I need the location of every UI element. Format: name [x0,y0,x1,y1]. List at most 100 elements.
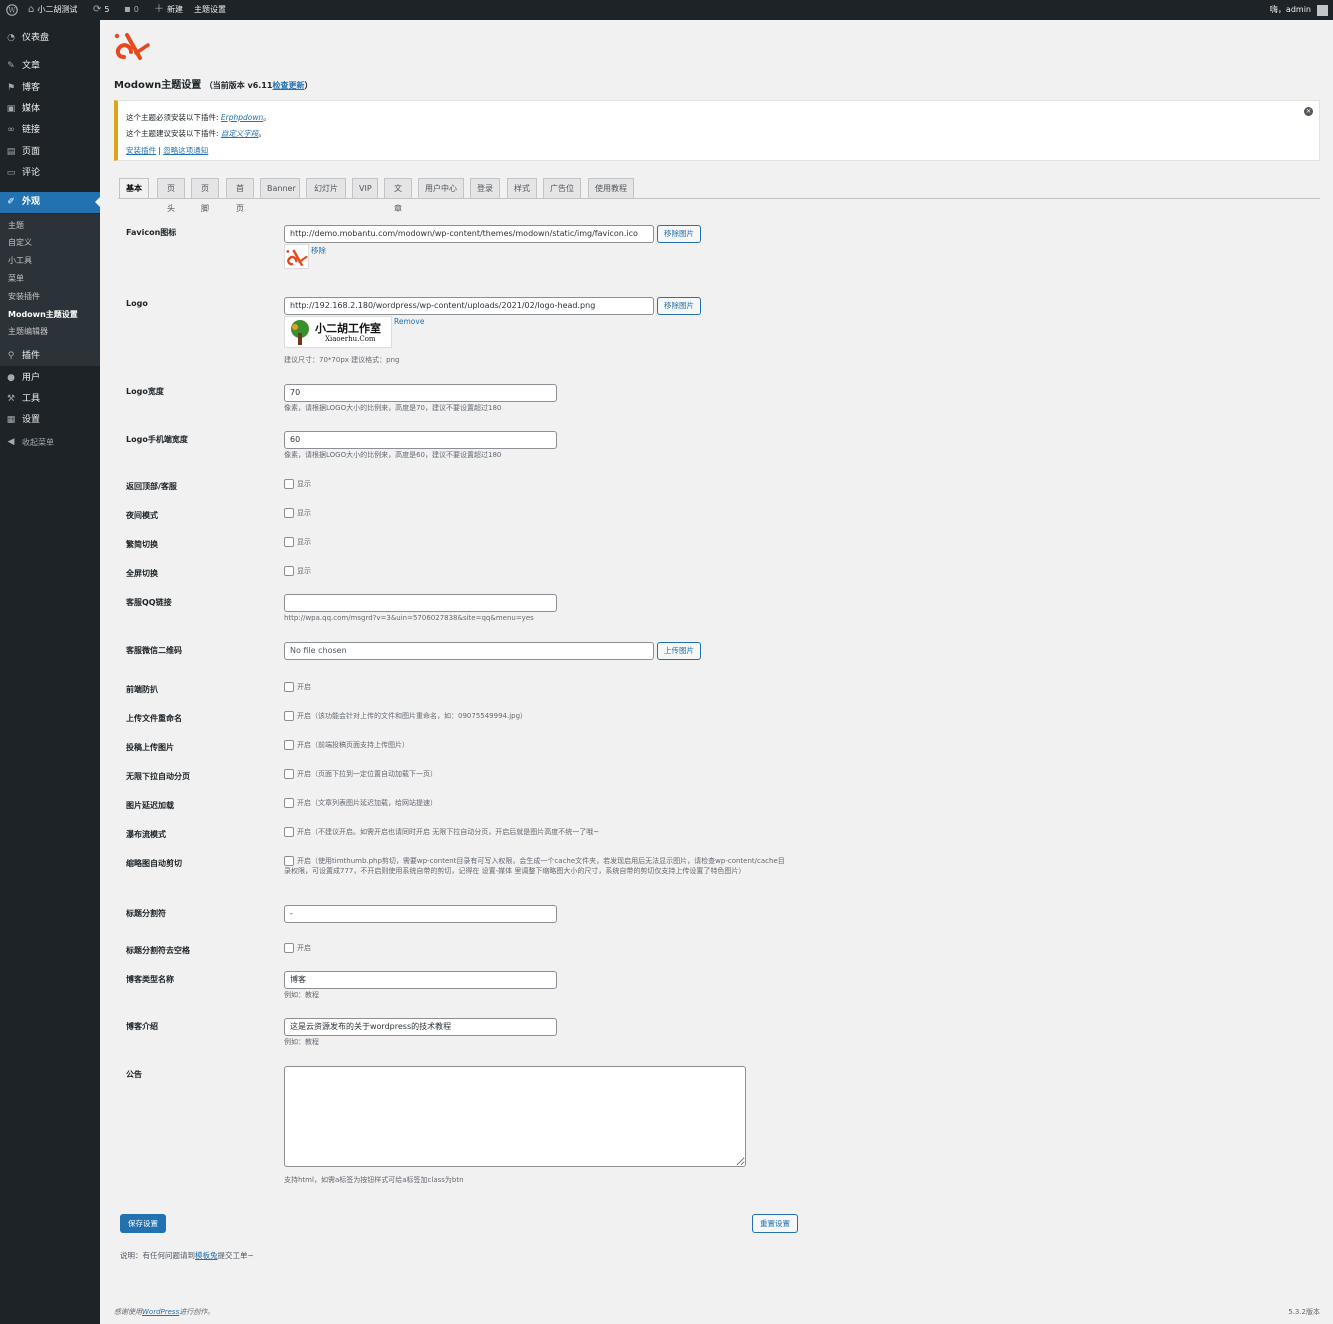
tabs-divider [118,198,1320,199]
footer-credit: 感谢使用WordPress进行创作。 [114,1308,215,1316]
custom-fields-link[interactable]: 自定义字段 [221,129,259,138]
blog-intro-label: 博客介绍 [126,1022,158,1031]
infinite-scroll-checkbox[interactable]: 开启（页面下拉到一定位置自动加载下一页） [284,769,437,779]
post-upload-img-checkbox[interactable]: 开启（前端投稿页面支持上传图片） [284,740,409,750]
favicon-url-input[interactable]: http://demo.mobantu.com/modown/wp-conten… [284,225,654,243]
updates-link[interactable]: ⟳ 5 [93,0,109,20]
pin-icon: ✎ [7,61,15,71]
logo-width-input[interactable]: 70 [284,384,557,402]
rename-upload-checkbox[interactable]: 开启（该功能会针对上传的文件和图片重命名，如：09075549994.jpg） [284,711,527,721]
tab-0[interactable]: 基本 [119,178,149,199]
tab-10[interactable]: 样式 [507,178,537,198]
menu-media[interactable]: ▣ 媒体 [0,99,100,120]
menu-blog[interactable]: ⚑ 博客 [0,78,100,99]
fullscreen-checkbox[interactable]: 显示 [284,566,311,576]
menu-posts[interactable]: ✎ 文章 [0,56,100,77]
upload-image-button[interactable]: 上传图片 [657,642,701,660]
submenu-themes[interactable]: 主题 [8,218,24,234]
submenu-customize[interactable]: 自定义 [8,235,32,251]
logo-mobile-width-input[interactable]: 60 [284,431,557,449]
menu-dashboard[interactable]: ◔ 仪表盘 [0,28,100,49]
menu-links[interactable]: ∞ 链接 [0,120,100,141]
tab-2[interactable]: 页脚 [191,178,219,213]
infinite-scroll-label: 无限下拉自动分页 [126,772,190,781]
blog-intro-description: 例如：教程 [284,1038,319,1046]
footer-version: 5.3.2版本 [1288,1308,1320,1316]
close-icon[interactable]: × [1304,107,1313,116]
wordpress-link[interactable]: WordPress [142,1308,179,1316]
submenu-menus[interactable]: 菜单 [8,271,24,287]
lazy-load-checkbox[interactable]: 开启（文章列表图片延迟加载，给网站提速） [284,798,437,808]
home-icon: ⌂ [28,4,35,15]
install-plugins-link[interactable]: 安装插件 [126,146,156,155]
tab-8[interactable]: 用户中心 [418,178,464,198]
tab-12[interactable]: 使用教程 [588,178,634,198]
blog-type-name-input[interactable]: 博客 [284,971,557,989]
submenu-widgets[interactable]: 小工具 [8,253,32,269]
tab-3[interactable]: 首页 [226,178,254,213]
menu-pages[interactable]: ▤ 页面 [0,142,100,163]
blog-intro-input[interactable]: 这是云资源发布的关于wordpress的技术教程 [284,1018,557,1036]
qq-link-input[interactable] [284,594,557,612]
svg-text:W: W [8,7,16,15]
avatar [1317,4,1328,16]
menu-users[interactable]: ● 用户 [0,368,100,389]
tab-11[interactable]: 广告位 [543,178,581,198]
favicon-remove-link[interactable]: 移除 [311,245,326,256]
save-settings-button[interactable]: 保存设置 [120,1214,166,1233]
remove-favicon-button[interactable]: 移除图片 [657,225,701,243]
logo-mobile-width-description: 像素，请根据LOGO大小的比例来，高度是60，建议不要设置超过180 [284,451,502,459]
back-top-label: 返回顶部/客服 [126,482,177,491]
announcement-textarea[interactable] [284,1066,746,1167]
tab-9[interactable]: 登录 [470,178,500,198]
menu-plugins[interactable]: ⚲ 插件 [0,346,100,367]
title-sep-space-checkbox[interactable]: 开启 [284,943,311,953]
announcement-description: 支持html，如需a标签为按钮样式可给a标签加class为btn [284,1176,464,1184]
paintbrush-icon: ✐ [7,197,15,207]
link-icon: ∞ [7,125,15,135]
tab-5[interactable]: 幻灯片 [306,178,346,198]
remove-logo-button[interactable]: 移除图片 [657,297,701,315]
tab-1[interactable]: 页头 [157,178,185,213]
anti-scrape-label: 前端防扒 [126,685,158,694]
submenu-theme-editor[interactable]: 主题编辑器 [8,324,48,340]
title-sep-input[interactable]: - [284,905,557,923]
tab-4[interactable]: Banner [260,178,300,198]
thumb-crop-checkbox[interactable]: 开启（使用timthumb.php剪切，需要wp-content目录有可写入权限… [284,856,789,876]
comment-icon: ▪ [124,4,131,15]
mobantu-link[interactable]: 模板兔 [195,1251,218,1260]
appearance-submenu: 主题 自定义 小工具 菜单 安装插件 Modown主题设置 主题编辑器 [0,214,100,366]
check-update-link[interactable]: 检查更新 [272,81,304,90]
dismiss-notice-link[interactable]: 忽略这项通知 [163,146,208,155]
collapse-menu-button[interactable]: ◀ 收起菜单 [0,432,100,453]
account-menu[interactable]: 嗨，admin [1270,0,1328,20]
tab-6[interactable]: VIP [352,178,378,198]
menu-settings[interactable]: ▦ 设置 [0,410,100,431]
back-top-checkbox[interactable]: 显示 [284,479,311,489]
wechat-qr-file-input[interactable]: No file chosen [284,642,654,660]
menu-comments[interactable]: ▭ 评论 [0,163,100,184]
post-upload-img-label: 投稿上传图片 [126,743,174,752]
anti-scrape-checkbox[interactable]: 开启 [284,682,311,692]
menu-appearance[interactable]: ✐ 外观 [0,192,100,213]
comments-link[interactable]: ▪ 0 [124,0,139,20]
submenu-modown-settings[interactable]: Modown主题设置 [8,307,78,323]
announcement-label: 公告 [126,1070,142,1079]
logo-remove-link[interactable]: Remove [394,317,424,326]
qq-link-description: http://wpa.qq.com/msgrd?v=3&uin=57060278… [284,614,534,622]
erphpdown-link[interactable]: Erphpdown [221,113,263,122]
night-mode-checkbox[interactable]: 显示 [284,508,311,518]
tab-7[interactable]: 文章 [384,178,412,213]
theme-settings-link[interactable]: 主题设置 [194,0,226,20]
logo-url-input[interactable]: http://192.168.2.180/wordpress/wp-conten… [284,297,654,315]
reset-settings-button[interactable]: 重置设置 [752,1214,798,1233]
trad-simp-checkbox[interactable]: 显示 [284,537,311,547]
thumb-crop-label: 缩略图自动剪切 [126,859,182,868]
submenu-install-plugins[interactable]: 安装插件 [8,289,40,305]
blog-type-name-description: 例如：教程 [284,991,319,999]
menu-tools[interactable]: ⚒ 工具 [0,389,100,410]
wordpress-logo-icon[interactable]: W [6,0,18,20]
waterfall-checkbox[interactable]: 开启（不建议开启。如需开启也请同时开启 无限下拉自动分页，开启后就是图片高度不统… [284,827,599,837]
site-name-link[interactable]: ⌂ 小二胡测试 [28,0,77,20]
new-content-link[interactable]: ＋新建 [154,0,183,20]
